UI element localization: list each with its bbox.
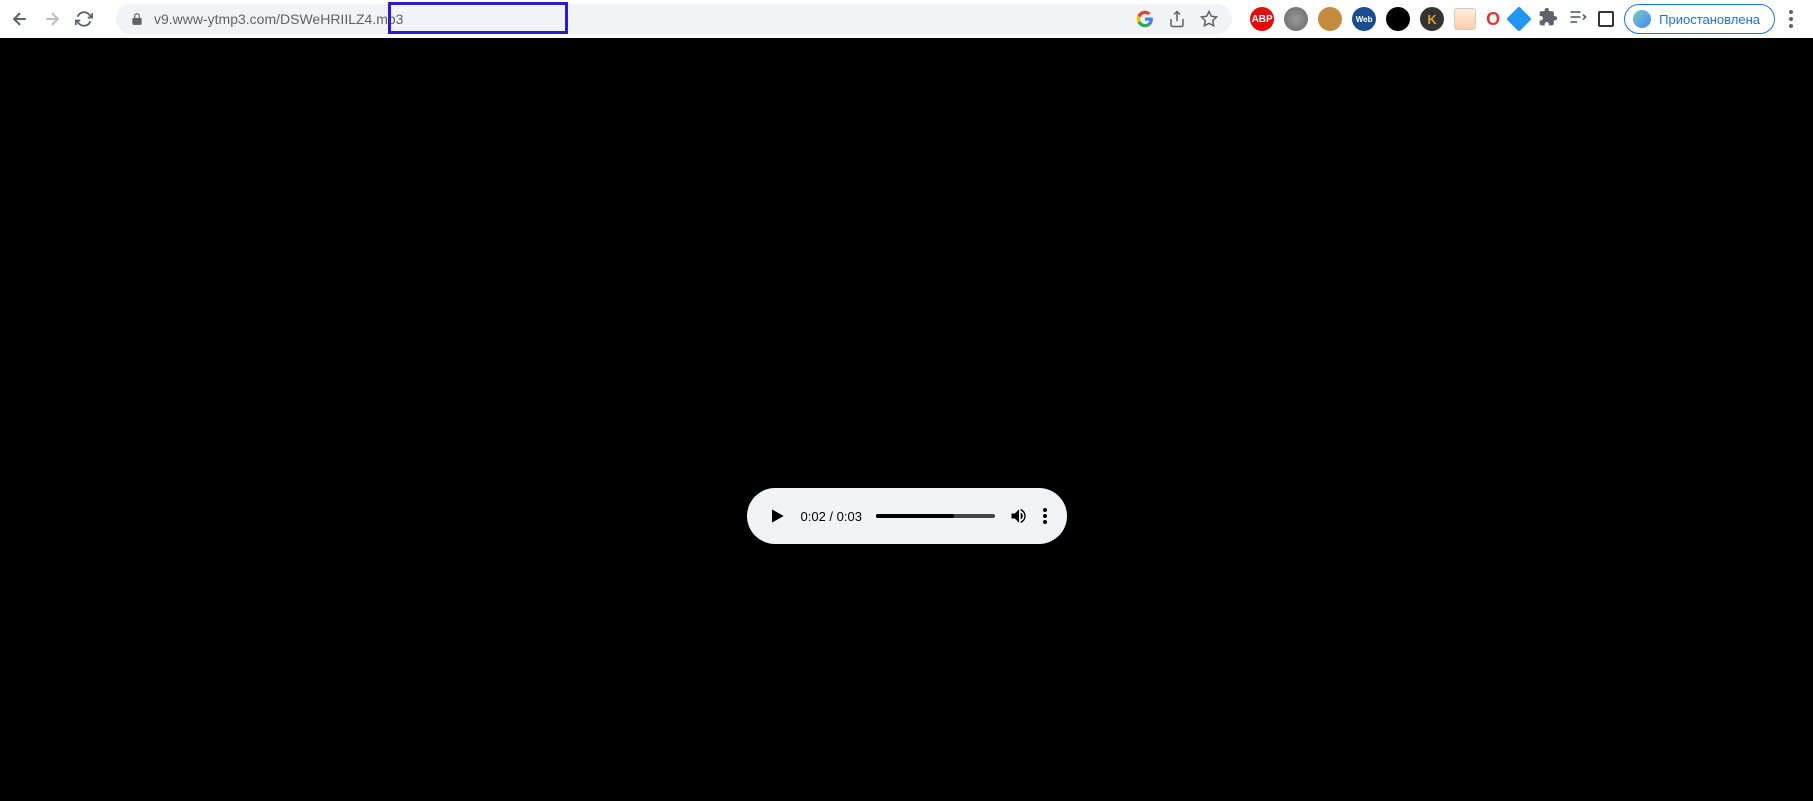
url-bar[interactable]: v9.www-ytmp3.com/DSWeHRIILZ4.mp3	[116, 4, 1232, 34]
browser-toolbar: v9.www-ytmp3.com/DSWeHRIILZ4.mp3 ABP Web…	[0, 0, 1813, 38]
google-icon[interactable]	[1136, 10, 1154, 28]
profile-badge[interactable]: Приостановлена	[1624, 4, 1775, 34]
browser-menu-button[interactable]	[1789, 10, 1793, 28]
forward-button[interactable]	[42, 9, 62, 29]
reload-button[interactable]	[74, 9, 94, 29]
share-icon[interactable]	[1168, 10, 1186, 28]
url-right-icons	[1136, 10, 1218, 28]
time-display: 0:02 / 0:03	[801, 509, 862, 524]
audio-player: 0:02 / 0:03	[747, 488, 1067, 544]
progress-fill	[876, 514, 954, 518]
volume-button[interactable]	[1009, 506, 1029, 526]
extension-k-icon[interactable]: K	[1420, 7, 1444, 31]
profile-avatar-icon	[1633, 10, 1651, 28]
play-button[interactable]	[767, 506, 787, 526]
back-button[interactable]	[10, 9, 30, 29]
lock-icon	[130, 12, 144, 26]
side-panel-icon[interactable]	[1598, 11, 1614, 27]
extensions-puzzle-icon[interactable]	[1538, 7, 1558, 32]
url-text: v9.www-ytmp3.com/DSWeHRIILZ4.mp3	[154, 11, 1126, 27]
progress-bar[interactable]	[876, 514, 995, 518]
extension-cookie-icon[interactable]	[1318, 7, 1342, 31]
extension-generic-icon[interactable]	[1284, 7, 1308, 31]
extension-diamond-icon[interactable]	[1506, 6, 1531, 31]
extensions-area: ABP Web K O	[1250, 7, 1614, 32]
profile-status-text: Приостановлена	[1659, 12, 1760, 27]
nav-controls	[10, 9, 94, 29]
extension-web-icon[interactable]: Web	[1352, 7, 1376, 31]
bookmark-star-icon[interactable]	[1200, 10, 1218, 28]
extension-o-icon[interactable]: O	[1486, 9, 1500, 30]
extension-abp-icon[interactable]: ABP	[1250, 7, 1274, 31]
extension-window-icon[interactable]	[1454, 8, 1476, 30]
content-area: 0:02 / 0:03	[0, 38, 1813, 801]
player-menu-button[interactable]	[1043, 508, 1047, 524]
extension-black-icon[interactable]	[1386, 7, 1410, 31]
reading-list-icon[interactable]	[1568, 7, 1588, 32]
